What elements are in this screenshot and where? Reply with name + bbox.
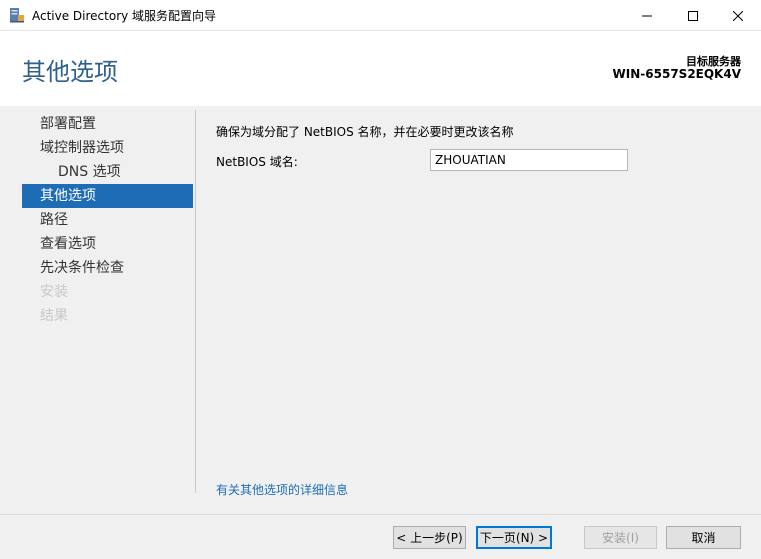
previous-button[interactable]: < 上一步(P) [393, 526, 466, 549]
target-server-name: WIN-6557S2EQK4V [612, 67, 741, 81]
nav-divider [195, 110, 196, 493]
netbios-description: 确保为域分配了 NetBIOS 名称，并在必要时更改该名称 [216, 125, 514, 139]
next-button[interactable]: 下一页(N) > [476, 526, 552, 549]
close-icon [732, 6, 744, 25]
nav-item-paths[interactable]: 路径 [22, 208, 193, 232]
netbios-domain-input[interactable] [430, 149, 628, 171]
maximize-button[interactable] [670, 0, 716, 30]
nav-item-dns-options[interactable]: DNS 选项 [22, 160, 193, 184]
server-wizard-icon [9, 7, 25, 23]
page-title: 其他选项 [22, 58, 118, 86]
nav-item-deployment-config[interactable]: 部署配置 [22, 112, 193, 136]
close-button[interactable] [715, 0, 761, 30]
nav-item-prerequisites-check[interactable]: 先决条件检查 [22, 256, 193, 280]
minimize-button[interactable] [624, 0, 670, 30]
install-button: 安装(I) [584, 526, 657, 549]
wizard-nav: 部署配置 域控制器选项 DNS 选项 其他选项 路径 查看选项 先决条件检查 安… [22, 112, 193, 328]
maximize-icon [688, 6, 698, 25]
nav-item-dc-options[interactable]: 域控制器选项 [22, 136, 193, 160]
window-title: Active Directory 域服务配置向导 [32, 9, 217, 23]
wizard-header: 其他选项 目标服务器 WIN-6557S2EQK4V [0, 31, 761, 106]
nav-item-review-options[interactable]: 查看选项 [22, 232, 193, 256]
nav-item-results: 结果 [40, 308, 68, 324]
cancel-button[interactable]: 取消 [666, 526, 741, 549]
minimize-icon [642, 6, 652, 25]
netbios-domain-label: NetBIOS 域名: [216, 155, 298, 169]
wizard-content: 其他选项 目标服务器 WIN-6557S2EQK4V 部署配置 域控制器选项 D… [0, 31, 761, 514]
nav-item-installation: 安装 [40, 284, 68, 300]
wizard-footer: < 上一步(P) 下一页(N) > 安装(I) 取消 [0, 514, 761, 559]
nav-item-additional-options[interactable]: 其他选项 [22, 184, 193, 208]
title-bar: Active Directory 域服务配置向导 [0, 0, 761, 31]
more-info-link[interactable]: 有关其他选项的详细信息 [216, 481, 348, 498]
